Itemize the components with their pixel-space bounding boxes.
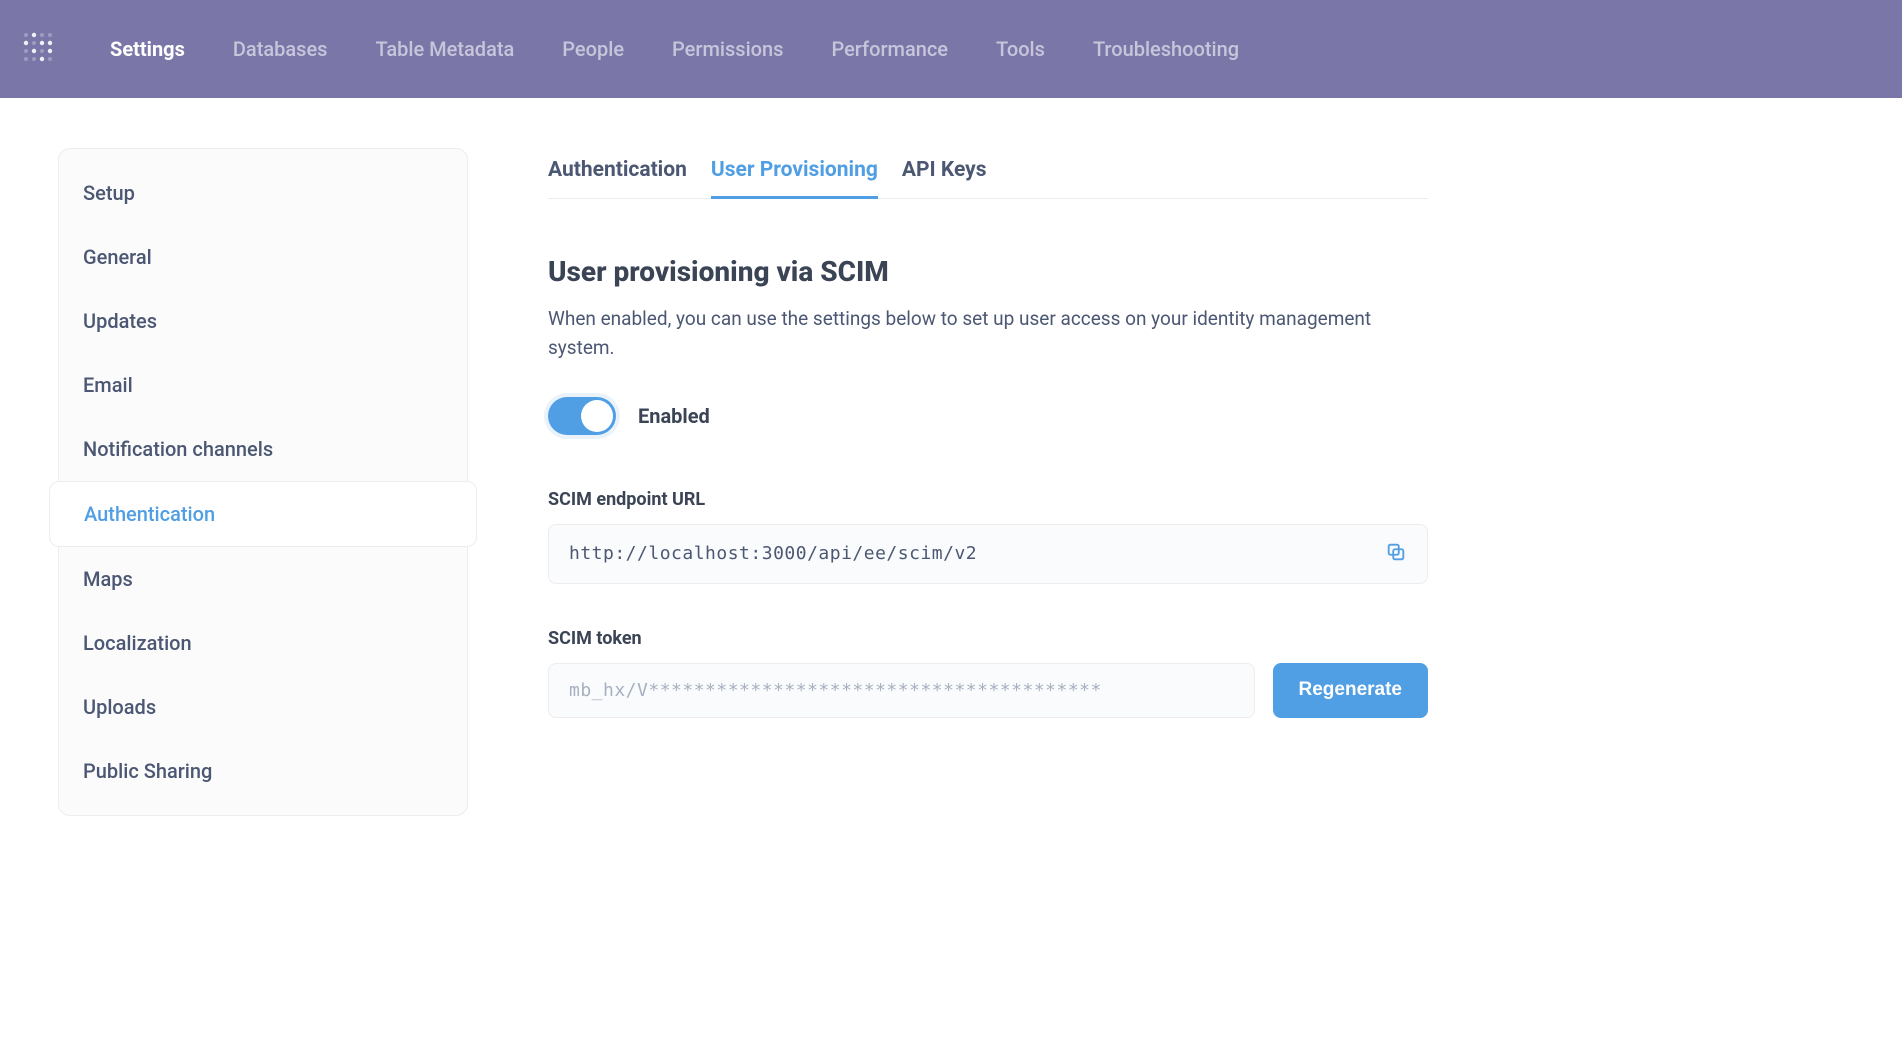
page-body: Setup General Updates Email Notification… [0, 98, 1902, 816]
topnav-item-tools[interactable]: Tools [996, 37, 1045, 61]
auth-subtabs: Authentication User Provisioning API Key… [548, 148, 1428, 199]
topnav-item-troubleshooting[interactable]: Troubleshooting [1093, 37, 1239, 61]
sidebar-item-setup[interactable]: Setup [59, 161, 467, 225]
scim-endpoint-box: http://localhost:3000/api/ee/scim/v2 [548, 524, 1428, 584]
tab-authentication[interactable]: Authentication [548, 148, 687, 199]
sidebar-item-updates[interactable]: Updates [59, 289, 467, 353]
app-logo-icon[interactable] [20, 29, 60, 69]
scim-toggle-label: Enabled [638, 404, 710, 428]
topnav-item-performance[interactable]: Performance [831, 37, 948, 61]
sidebar-item-general[interactable]: General [59, 225, 467, 289]
topnav-item-permissions[interactable]: Permissions [672, 37, 783, 61]
sidebar-item-maps[interactable]: Maps [59, 547, 467, 611]
tab-api-keys[interactable]: API Keys [902, 148, 987, 199]
scim-token-field: SCIM token mb_hx/V**********************… [548, 628, 1428, 718]
scim-token-label: SCIM token [548, 628, 1428, 649]
topnav-items: Settings Databases Table Metadata People… [110, 37, 1239, 61]
topnav-item-table-metadata[interactable]: Table Metadata [375, 37, 514, 61]
scim-toggle-row: Enabled [548, 397, 1428, 435]
scim-endpoint-label: SCIM endpoint URL [548, 489, 1428, 510]
topnav-item-people[interactable]: People [562, 37, 624, 61]
scim-token-box: mb_hx/V*********************************… [548, 663, 1255, 718]
sidebar-item-notification-channels[interactable]: Notification channels [59, 417, 467, 481]
scim-endpoint-value: http://localhost:3000/api/ee/scim/v2 [569, 543, 977, 564]
copy-icon [1385, 541, 1407, 567]
toggle-knob [581, 400, 613, 432]
scim-section-description: When enabled, you can use the settings b… [548, 304, 1428, 363]
scim-token-value: mb_hx/V*********************************… [569, 680, 1102, 701]
scim-enabled-toggle[interactable] [548, 397, 616, 435]
scim-section-title: User provisioning via SCIM [548, 255, 1428, 288]
topnav: Settings Databases Table Metadata People… [0, 0, 1902, 98]
regenerate-token-button[interactable]: Regenerate [1273, 663, 1429, 718]
sidebar-item-uploads[interactable]: Uploads [59, 675, 467, 739]
topnav-item-settings[interactable]: Settings [110, 37, 185, 61]
sidebar-item-localization[interactable]: Localization [59, 611, 467, 675]
sidebar-item-email[interactable]: Email [59, 353, 467, 417]
main-content: Authentication User Provisioning API Key… [468, 148, 1428, 816]
scim-endpoint-field: SCIM endpoint URL http://localhost:3000/… [548, 489, 1428, 584]
sidebar-item-authentication[interactable]: Authentication [49, 481, 477, 547]
scim-section: User provisioning via SCIM When enabled,… [548, 199, 1428, 718]
topnav-item-databases[interactable]: Databases [233, 37, 328, 61]
copy-endpoint-button[interactable] [1385, 541, 1407, 567]
sidebar-item-public-sharing[interactable]: Public Sharing [59, 739, 467, 803]
settings-sidebar: Setup General Updates Email Notification… [58, 148, 468, 816]
tab-user-provisioning[interactable]: User Provisioning [711, 148, 878, 199]
